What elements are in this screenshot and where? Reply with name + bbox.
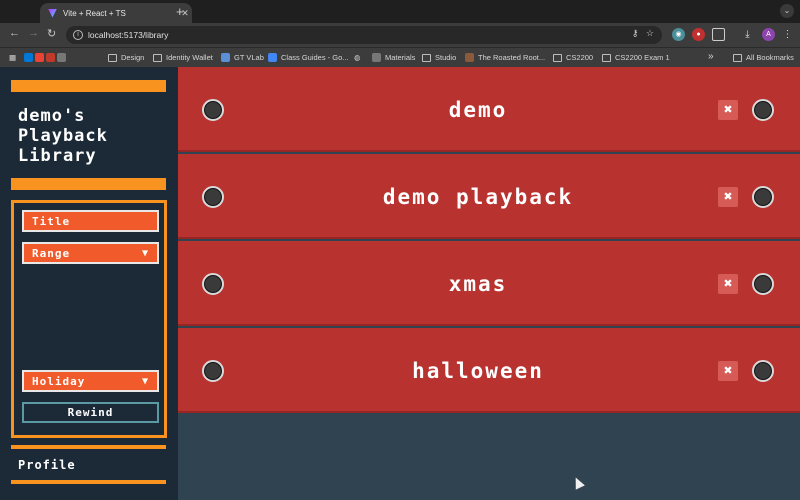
folder-icon [108, 53, 117, 62]
bookmark-label: All Bookmarks [746, 53, 794, 62]
title-filter-label: Title [32, 214, 71, 228]
play-knob-icon[interactable] [202, 273, 224, 295]
play-knob-icon[interactable] [752, 99, 774, 121]
password-key-icon[interactable]: ⚷ [632, 28, 639, 38]
bookmark-identity-wallet[interactable]: Identity Wallet [153, 53, 213, 62]
delete-icon[interactable]: ✖ [718, 274, 738, 294]
folder-icon [602, 53, 611, 62]
playback-item[interactable]: demo playback ✖ [178, 154, 800, 239]
bookmark-class-guides[interactable]: Class Guides - Go... [268, 53, 349, 62]
new-tab-button[interactable]: + [176, 4, 184, 19]
delete-icon[interactable]: ✖ [718, 187, 738, 207]
bookmark-label: CS2200 [566, 53, 594, 62]
bookmark-label: GT VLab [234, 53, 264, 62]
play-knob-icon[interactable] [202, 99, 224, 121]
library-list: demo ✖ demo playback ✖ xmas ✖ halloween … [178, 67, 800, 500]
forward-button[interactable]: → [28, 27, 39, 39]
roasted-root-icon [465, 53, 474, 62]
profile-link[interactable]: Profile [18, 458, 76, 472]
play-knob-icon[interactable] [202, 186, 224, 208]
folder-icon [422, 53, 431, 62]
bookmark-label: Materials [385, 53, 416, 62]
playback-name: demo [448, 97, 508, 122]
materials-icon [372, 53, 381, 62]
filter-panel: Title Range ▼ Holiday ▼ Rewind [11, 200, 167, 438]
bookmark-roasted-root[interactable]: The Roasted Root... [465, 53, 545, 62]
bookmark-gt-vlab[interactable]: GT VLab [221, 53, 264, 62]
folder-icon [553, 53, 562, 62]
range-label: Range [32, 246, 71, 260]
all-bookmarks[interactable]: All Bookmarks [733, 53, 794, 62]
divider-bar [11, 445, 166, 449]
bookmark-label: Design [121, 53, 145, 62]
download-icon[interactable]: ⤓ [741, 28, 754, 41]
globe-icon[interactable]: ◍ [354, 53, 361, 62]
bookmark-cs2200-exam1[interactable]: CS2200 Exam 1 [602, 53, 670, 62]
gt-vlab-icon [221, 53, 230, 62]
docs-icon [268, 53, 277, 62]
bookmark-design[interactable]: Design [108, 53, 144, 62]
play-knob-icon[interactable] [202, 360, 224, 382]
bookmark-label: Identity Wallet [166, 53, 213, 62]
browser-tab[interactable]: Vite + React + TS ✕ [40, 3, 192, 23]
bookmark-label: Class Guides - Go... [281, 53, 349, 62]
reload-button[interactable]: ↻ [47, 27, 56, 40]
chevron-down-icon: ▼ [141, 247, 149, 259]
title-filter-input[interactable]: Title [22, 210, 159, 232]
bookmark-label: Studio [435, 53, 457, 62]
bookmarks-bar: ▦ Design Identity Wallet GT VLab Class G… [0, 47, 800, 67]
divider-bar [11, 178, 166, 190]
browser-menu-icon[interactable]: ⋮ [781, 28, 794, 41]
bookmark-label: The Roasted Root... [478, 53, 546, 62]
playback-name: halloween [412, 358, 544, 383]
delete-icon[interactable]: ✖ [718, 361, 738, 381]
rewind-button[interactable]: Rewind [22, 402, 159, 423]
playback-item[interactable]: demo ✖ [178, 67, 800, 152]
site-info-icon[interactable]: i [73, 30, 83, 40]
address-bar[interactable]: i localhost:5173/library ⚷ ☆ [66, 26, 662, 44]
bookmark-cs2200[interactable]: CS2200 [553, 53, 593, 62]
tab-search-icon[interactable]: ⌄ [780, 4, 794, 18]
play-knob-icon[interactable] [752, 186, 774, 208]
tab-title: Vite + React + TS [63, 8, 126, 18]
chevron-down-icon: ▼ [141, 375, 149, 387]
folder-icon [733, 53, 742, 62]
playback-item[interactable]: halloween ✖ [178, 328, 800, 413]
holiday-label: Holiday [32, 374, 86, 388]
bookmark-star-icon[interactable]: ☆ [646, 28, 654, 38]
back-button[interactable]: ← [9, 27, 20, 39]
playback-name: demo playback [382, 184, 574, 209]
apps-grid-icon[interactable]: ▦ [9, 53, 16, 62]
divider-bar [11, 80, 166, 92]
bookmarks-overflow-button[interactable]: » [708, 51, 714, 62]
browser-toolbar: ← → ↻ i localhost:5173/library ⚷ ☆ ◉ ● ⤓… [0, 23, 800, 47]
play-knob-icon[interactable] [752, 273, 774, 295]
profile-avatar[interactable]: A [762, 28, 775, 41]
bookmark-studio[interactable]: Studio [422, 53, 456, 62]
url-text: localhost:5173/library [88, 30, 169, 40]
range-dropdown[interactable]: Range ▼ [22, 242, 159, 264]
browser-tabstrip: Vite + React + TS ✕ + ⌄ [0, 0, 800, 23]
divider-bar [11, 480, 166, 484]
vite-favicon-icon [48, 8, 57, 18]
playback-name: xmas [448, 271, 508, 296]
extensions-puzzle-icon[interactable] [712, 28, 725, 41]
holiday-dropdown[interactable]: Holiday ▼ [22, 370, 159, 392]
folder-icon [153, 53, 162, 62]
extension-icon[interactable]: ◉ [672, 28, 685, 41]
library-title: demo's Playback Library [18, 106, 108, 166]
playback-item[interactable]: xmas ✖ [178, 241, 800, 326]
play-knob-icon[interactable] [752, 360, 774, 382]
delete-icon[interactable]: ✖ [718, 100, 738, 120]
bookmark-materials[interactable]: Materials [372, 53, 415, 62]
bookmark-label: CS2200 Exam 1 [615, 53, 670, 62]
omnibox-actions: ⚷ ☆ [632, 28, 654, 39]
extension-icon[interactable]: ● [692, 28, 705, 41]
